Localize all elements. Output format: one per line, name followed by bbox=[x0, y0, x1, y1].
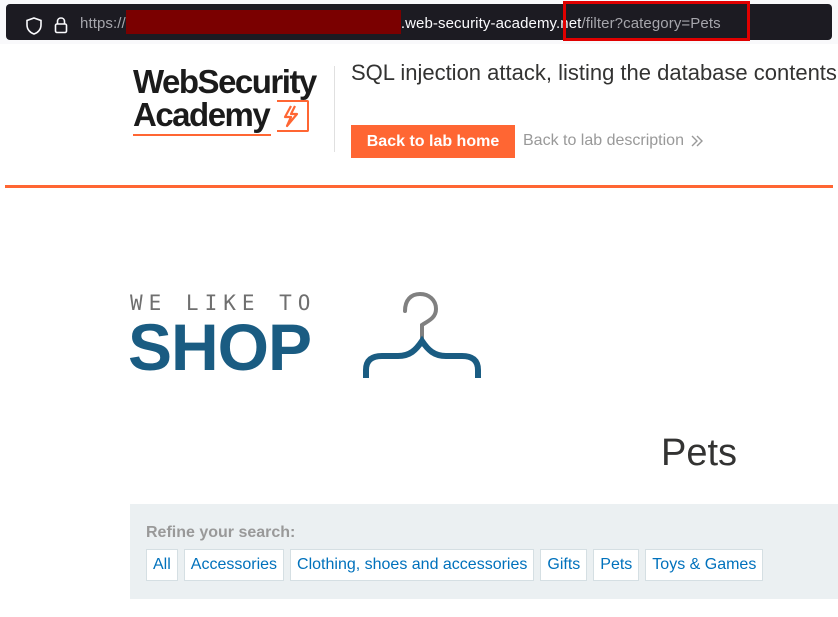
lightning-bolt-icon bbox=[283, 105, 299, 128]
browser-toolbar: https://.web-security-academy.net/filter… bbox=[0, 0, 838, 44]
logo-line2: Academy bbox=[133, 96, 271, 133]
lab-title: SQL injection attack, listing the databa… bbox=[351, 61, 838, 85]
category-clothing[interactable]: Clothing, shoes and accessories bbox=[290, 549, 535, 581]
category-toys-games[interactable]: Toys & Games bbox=[645, 549, 764, 581]
refine-label: Refine your search: bbox=[146, 524, 296, 541]
shield-icon[interactable] bbox=[26, 17, 42, 35]
header-rule bbox=[5, 185, 833, 188]
header-divider bbox=[334, 66, 335, 152]
double-chevron-right-icon[interactable] bbox=[690, 134, 704, 148]
logo-underline bbox=[133, 134, 271, 136]
category-pets[interactable]: Pets bbox=[593, 549, 640, 581]
back-to-lab-description-link[interactable]: Back to lab description bbox=[523, 132, 684, 150]
category-all[interactable]: All bbox=[146, 549, 178, 581]
url-host: .web-security-academy.net bbox=[400, 14, 582, 32]
academy-logo[interactable]: WebSecurity Academy bbox=[133, 63, 333, 141]
lock-icon[interactable] bbox=[54, 16, 68, 34]
page-title: Pets bbox=[661, 432, 738, 474]
url-scheme: https:// bbox=[80, 14, 126, 32]
url-path-highlight bbox=[563, 1, 750, 41]
redacted-subdomain bbox=[125, 10, 401, 34]
category-gifts[interactable]: Gifts bbox=[540, 549, 588, 581]
back-to-lab-home-button[interactable]: Back to lab home bbox=[351, 125, 515, 158]
category-links: All Accessories Clothing, shoes and acce… bbox=[146, 549, 769, 581]
hanger-icon bbox=[363, 291, 481, 378]
filters-panel: Refine your search: All Accessories Clot… bbox=[130, 504, 838, 599]
logo-line1: WebSecurity bbox=[133, 63, 317, 100]
shop-brand: SHOP bbox=[128, 310, 312, 384]
category-accessories[interactable]: Accessories bbox=[183, 549, 285, 581]
